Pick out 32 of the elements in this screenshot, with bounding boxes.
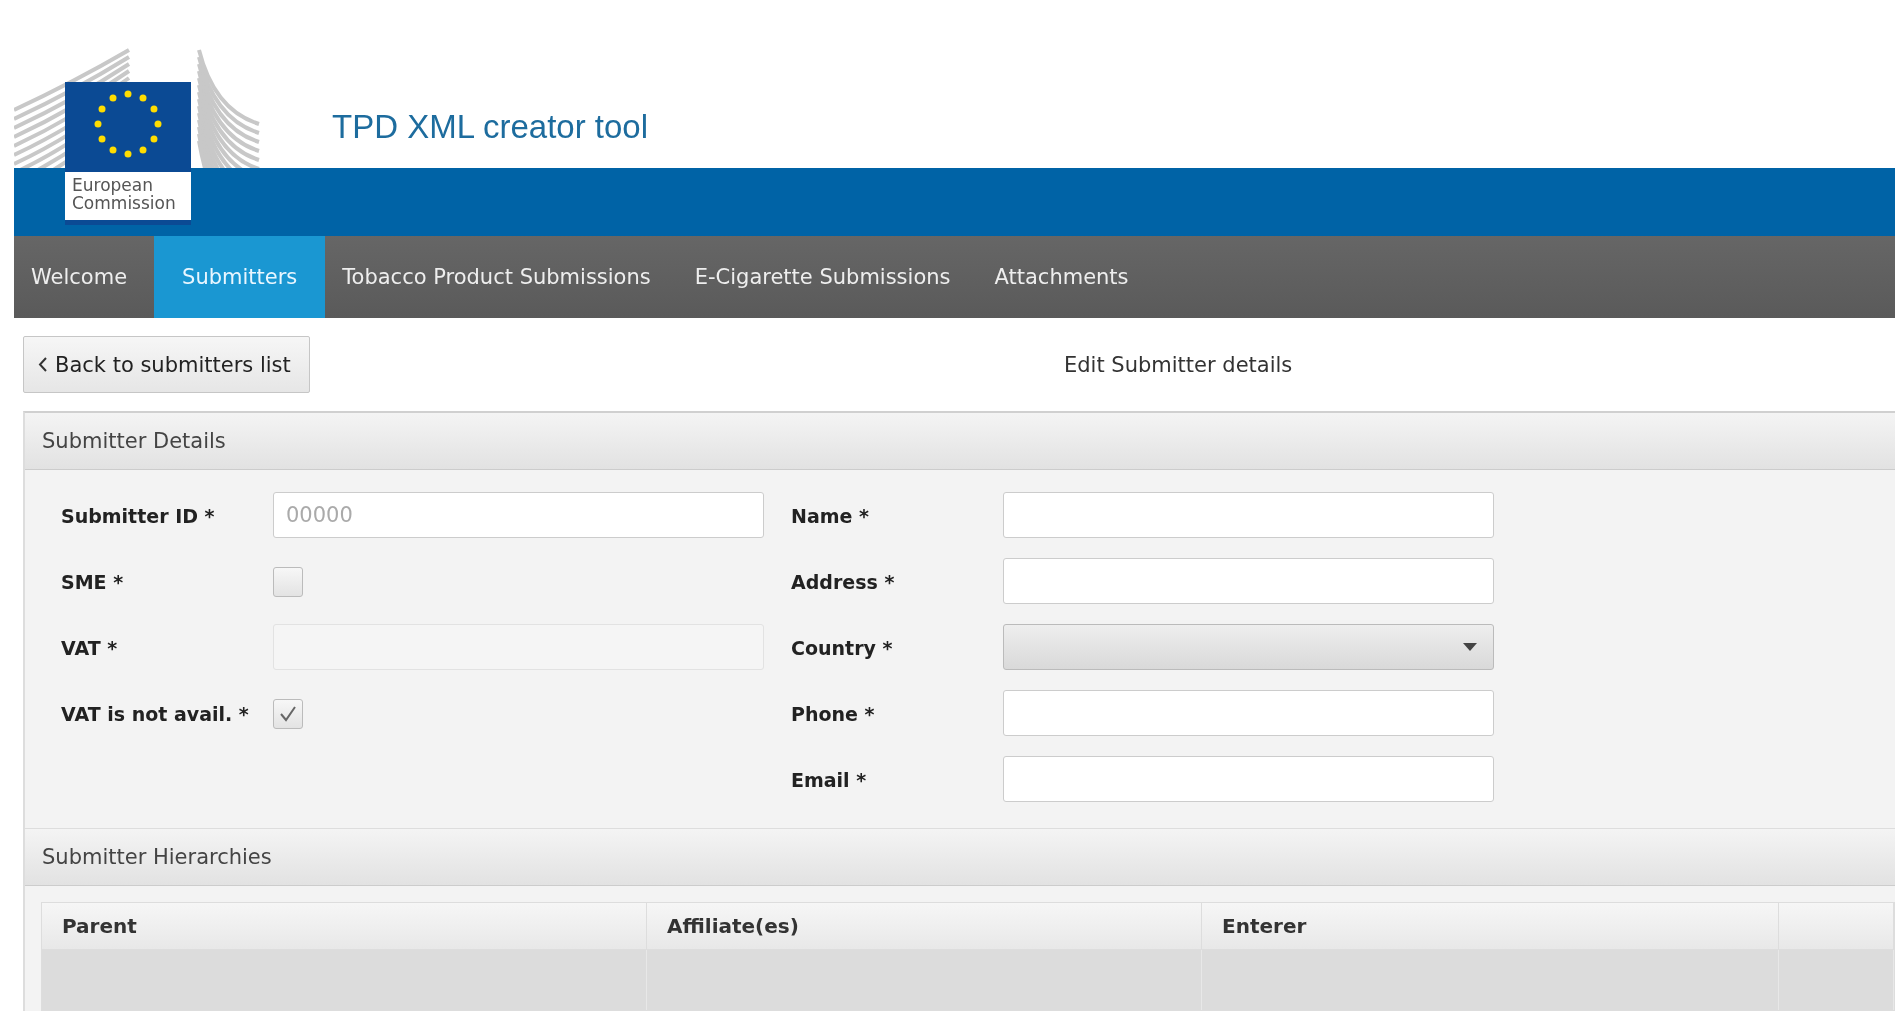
column-header: Enterer — [1202, 903, 1779, 950]
field-label: VAT * — [61, 636, 119, 661]
caret-icon — [1463, 643, 1477, 651]
field-label: Country * — [790, 636, 894, 661]
field-label: SME * — [61, 570, 125, 595]
nav-tab[interactable]: Tobacco Product Submissions — [325, 236, 678, 318]
back-button[interactable]: Back to submitters list — [23, 336, 310, 393]
field-label: Email * — [790, 768, 868, 793]
checkbox[interactable] — [273, 699, 303, 729]
check-icon — [279, 706, 297, 722]
column-header: Parent — [42, 903, 647, 950]
column-header: Affiliate(es) — [647, 903, 1202, 950]
field-label: VAT is not avail. * — [61, 702, 250, 727]
logo-text: European Commission — [71, 174, 177, 215]
page-title: Edit Submitter details — [1064, 352, 1293, 377]
chevron-left-icon — [38, 357, 47, 372]
nav-tab[interactable]: Welcome — [14, 236, 155, 318]
nav-tab[interactable]: E-Cigarette Submissions — [677, 236, 978, 318]
input-field[interactable] — [1003, 492, 1494, 538]
field-label: Submitter ID * — [61, 504, 216, 529]
nav-tab[interactable]: Submitters — [154, 236, 326, 318]
checkbox[interactable] — [273, 567, 303, 597]
field-label: Phone * — [790, 702, 876, 727]
input-field[interactable] — [1003, 558, 1494, 604]
input-field[interactable]: 00000 — [273, 492, 764, 538]
nav-tab[interactable]: Attachments — [977, 236, 1156, 318]
input-field[interactable] — [1003, 690, 1494, 736]
field-label: Name * — [790, 504, 870, 529]
app-title: TPD XML creator tool — [332, 108, 649, 146]
country-dropdown[interactable] — [1003, 624, 1494, 670]
field-label: Address * — [790, 570, 896, 595]
input-field[interactable] — [1003, 756, 1494, 802]
